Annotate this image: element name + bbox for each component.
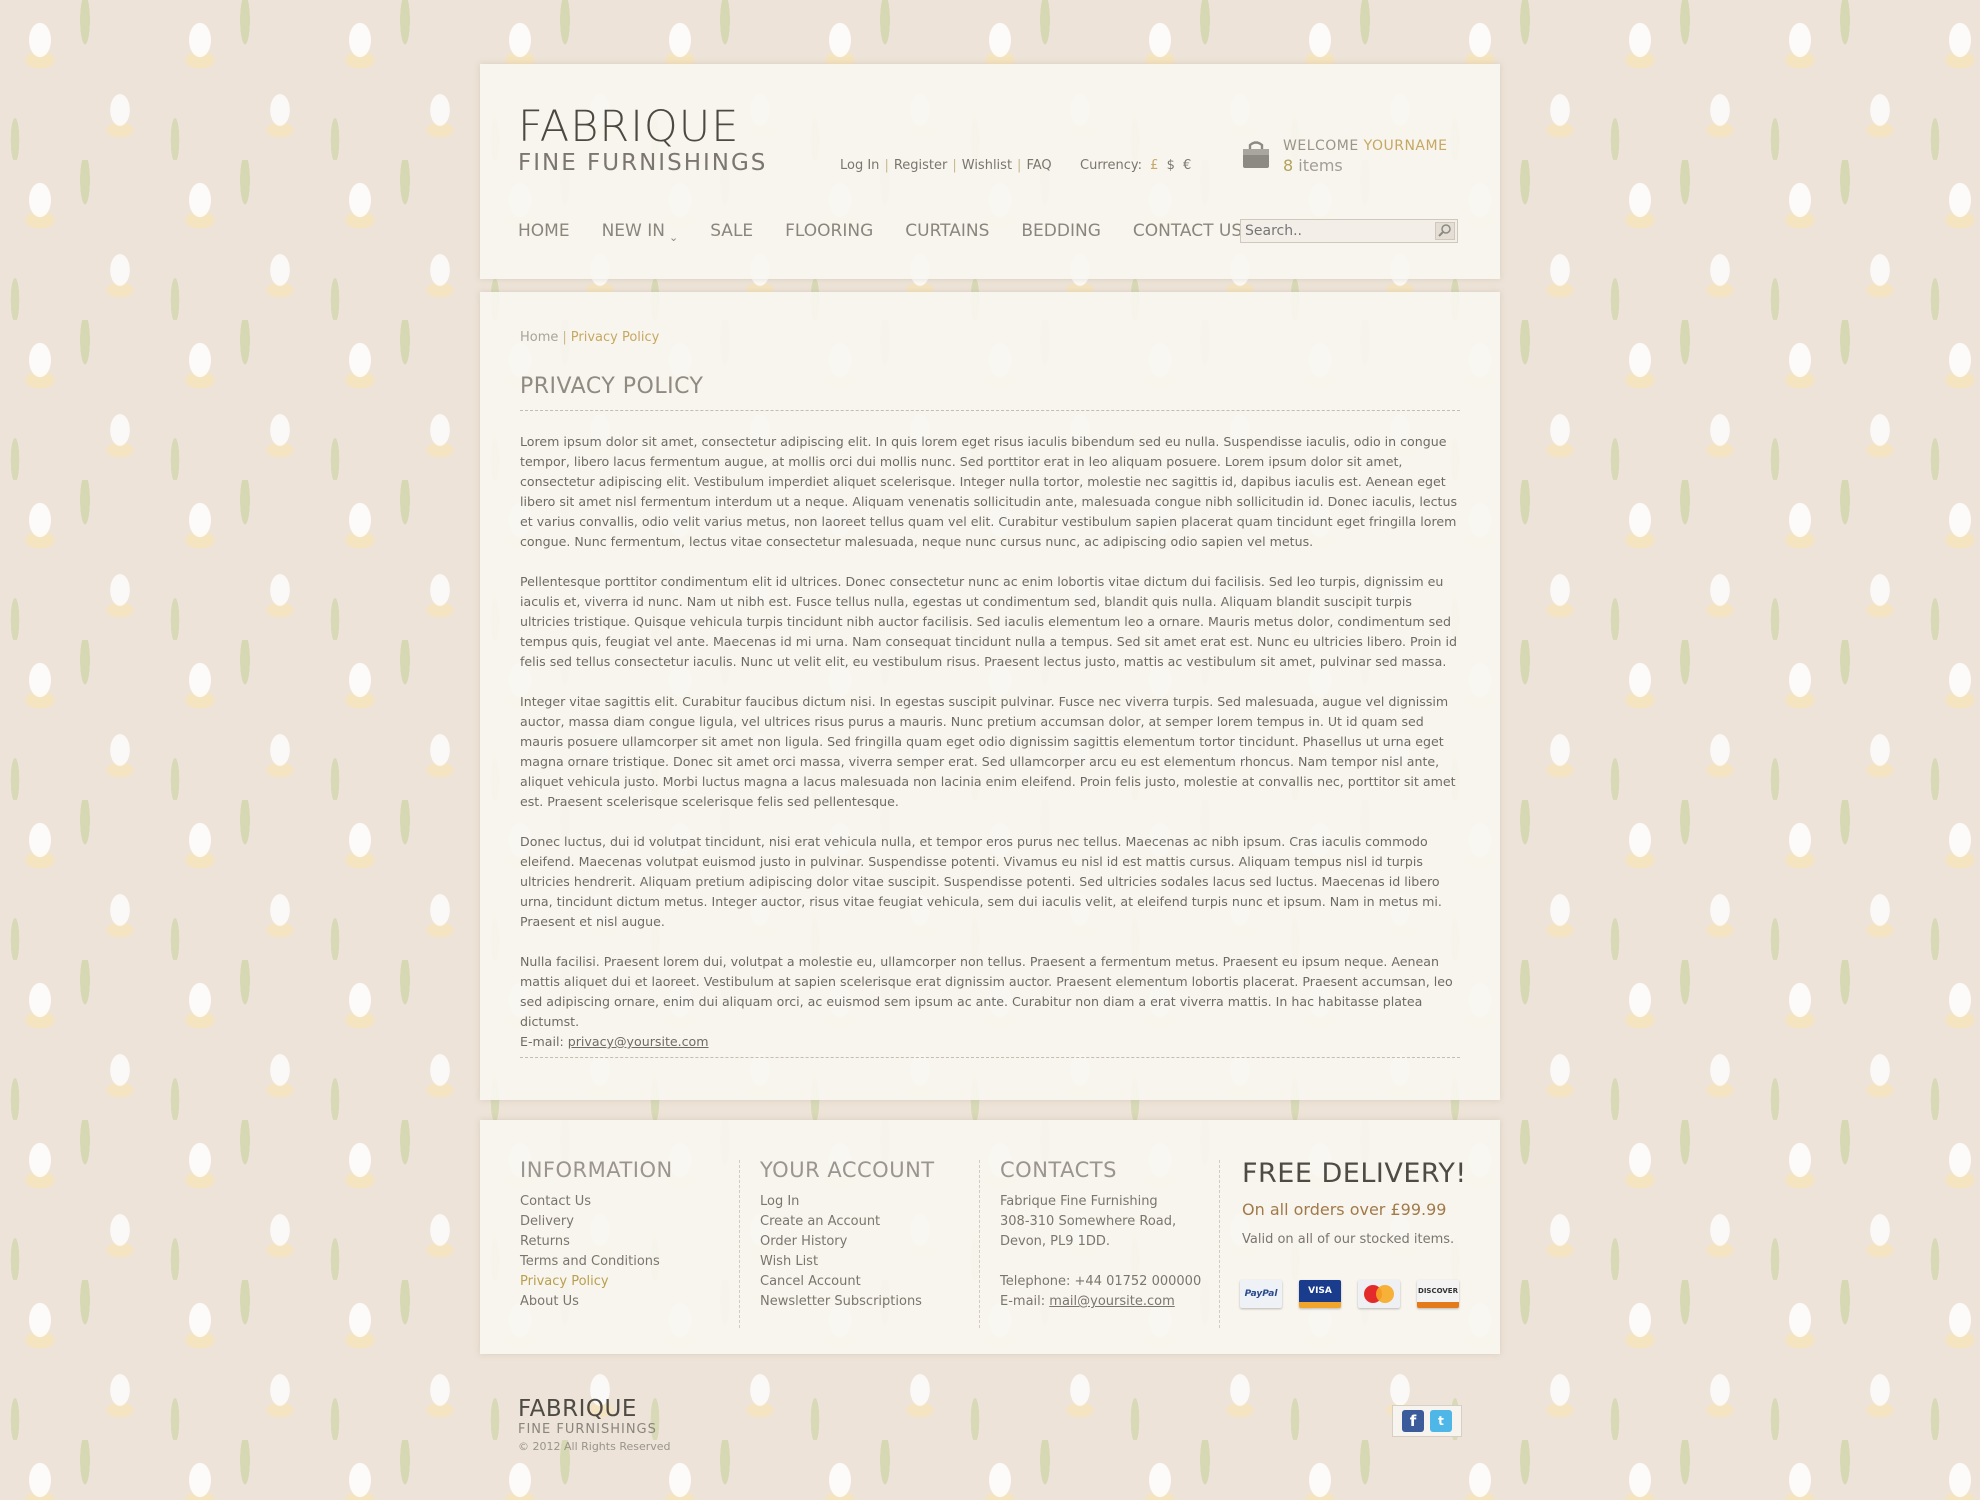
free-delivery-note: Valid on all of our stocked items. xyxy=(1242,1232,1455,1247)
discover-icon: DISCOVER xyxy=(1417,1280,1459,1308)
content-divider xyxy=(520,1057,1460,1058)
contact-email-label: E-mail: xyxy=(1000,1294,1046,1309)
content-panel: Home | Privacy Policy PRIVACY POLICY Lorem… xyxy=(480,292,1500,1100)
information-column: INFORMATION Contact Us Delivery Returns … xyxy=(520,1158,673,1312)
contact-telephone: Telephone: +44 01752 000000 xyxy=(1000,1274,1202,1289)
main-nav: HOME NEW IN ⌄ SALE FLOORING CURTAINS BED… xyxy=(518,221,1274,244)
footer-link-order-history[interactable]: Order History xyxy=(760,1232,935,1252)
paragraph: Donec luctus, dui id volutpat tincidunt,… xyxy=(520,834,1442,929)
policy-body: Lorem ipsum dolor sit amet, consectetur … xyxy=(520,432,1462,1052)
free-delivery-subtitle: On all orders over £99.99 xyxy=(1242,1200,1447,1219)
footer-link-privacy[interactable]: Privacy Policy xyxy=(520,1272,673,1292)
footer-divider xyxy=(739,1160,740,1328)
currency-selector: Currency: £ $ € xyxy=(1080,158,1191,173)
footer-link-newsletter[interactable]: Newsletter Subscriptions xyxy=(760,1292,935,1312)
currency-gbp[interactable]: £ xyxy=(1150,158,1158,173)
contact-address-line2: Devon, PL9 1DD. xyxy=(1000,1234,1111,1249)
email-label: E-mail: xyxy=(520,1034,564,1049)
cart-items[interactable]: 8 items xyxy=(1283,156,1343,175)
footer-logo-title[interactable]: FABRIQUE xyxy=(518,1396,637,1422)
currency-label: Currency: xyxy=(1080,158,1143,173)
facebook-icon[interactable]: f xyxy=(1402,1410,1424,1432)
footer-panel: INFORMATION Contact Us Delivery Returns … xyxy=(480,1120,1500,1354)
nav-contact-us[interactable]: CONTACT US xyxy=(1133,221,1242,244)
cart-items-label: items xyxy=(1298,156,1343,175)
cart-icon[interactable] xyxy=(1240,140,1272,170)
nav-sale[interactable]: SALE xyxy=(710,221,753,244)
search-box xyxy=(1240,219,1458,243)
page-title: PRIVACY POLICY xyxy=(520,374,704,399)
nav-bedding[interactable]: BEDDING xyxy=(1021,221,1101,244)
payment-cards: PayPal VISA DISCOVER xyxy=(1240,1280,1476,1308)
title-divider xyxy=(520,410,1460,411)
login-link[interactable]: Log In xyxy=(840,158,879,173)
copyright: © 2012 All Rights Reserved xyxy=(518,1440,671,1453)
register-link[interactable]: Register xyxy=(894,158,948,173)
footer-logo-subtitle: FINE FURNISHINGS xyxy=(518,1422,657,1437)
logo-subtitle[interactable]: FINE FURNISHINGS xyxy=(518,150,767,176)
paypal-icon: PayPal xyxy=(1240,1280,1282,1308)
visa-icon: VISA xyxy=(1299,1280,1341,1308)
footer-link-delivery[interactable]: Delivery xyxy=(520,1212,673,1232)
search-icon xyxy=(1438,224,1451,237)
footer-link-create-account[interactable]: Create an Account xyxy=(760,1212,935,1232)
currency-usd[interactable]: $ xyxy=(1167,158,1175,173)
currency-eur[interactable]: € xyxy=(1183,158,1191,173)
footer-link-cancel-account[interactable]: Cancel Account xyxy=(760,1272,935,1292)
privacy-email-link[interactable]: privacy@yoursite.com xyxy=(568,1034,709,1049)
chevron-down-icon: ⌄ xyxy=(668,231,679,244)
footer-divider xyxy=(1219,1160,1220,1328)
top-links: Log In | Register | Wishlist | FAQ xyxy=(840,158,1052,173)
contact-email-line: E-mail: mail@yoursite.com xyxy=(1000,1292,1201,1312)
search-input[interactable] xyxy=(1241,220,1439,242)
footer-link-contact-us[interactable]: Contact Us xyxy=(520,1192,673,1212)
policy-email-line: E-mail: privacy@yoursite.com xyxy=(520,1032,1462,1052)
free-delivery-title: FREE DELIVERY! xyxy=(1242,1158,1467,1189)
contact-address-line1: 308-310 Somewhere Road, xyxy=(1000,1214,1177,1229)
header-panel: FABRIQUE FINE FURNISHINGS Log In | Registe… xyxy=(480,64,1500,279)
account-title: YOUR ACCOUNT xyxy=(760,1158,935,1182)
nav-home[interactable]: HOME xyxy=(518,221,570,244)
nav-new-in-label: NEW IN xyxy=(601,221,665,241)
twitter-icon[interactable]: t xyxy=(1430,1410,1452,1432)
breadcrumb: Home | Privacy Policy xyxy=(520,330,660,345)
information-title: INFORMATION xyxy=(520,1158,673,1182)
footer-link-returns[interactable]: Returns xyxy=(520,1232,673,1252)
footer-divider xyxy=(979,1160,980,1328)
nav-curtains[interactable]: CURTAINS xyxy=(905,221,989,244)
footer-link-login[interactable]: Log In xyxy=(760,1192,935,1212)
mastercard-icon xyxy=(1358,1280,1400,1308)
paragraph: Integer vitae sagittis elit. Curabitur f… xyxy=(520,694,1456,809)
welcome-label: WELCOME xyxy=(1283,138,1359,154)
logo-title[interactable]: FABRIQUE xyxy=(518,102,739,152)
cart-welcome: WELCOME YOURNAME xyxy=(1283,138,1447,154)
contacts-title: CONTACTS xyxy=(1000,1158,1117,1182)
contact-email-link[interactable]: mail@yoursite.com xyxy=(1049,1294,1174,1309)
social-links: f t xyxy=(1392,1405,1462,1437)
paragraph: Nulla facilisi. Praesent lorem dui, volu… xyxy=(520,954,1453,1029)
paragraph: Pellentesque porttitor condimentum elit … xyxy=(520,574,1457,669)
faq-link[interactable]: FAQ xyxy=(1026,158,1051,173)
account-column: YOUR ACCOUNT Log In Create an Account Or… xyxy=(760,1158,935,1312)
username[interactable]: YOURNAME xyxy=(1364,138,1448,154)
nav-new-in[interactable]: NEW IN ⌄ xyxy=(602,221,679,244)
contact-company: Fabrique Fine Furnishing xyxy=(1000,1194,1158,1209)
breadcrumb-current: Privacy Policy xyxy=(570,330,660,345)
footer-link-terms[interactable]: Terms and Conditions xyxy=(520,1252,673,1272)
footer-link-wish-list[interactable]: Wish List xyxy=(760,1252,935,1272)
nav-flooring[interactable]: FLOORING xyxy=(785,221,873,244)
search-button[interactable] xyxy=(1435,222,1455,240)
contacts-column: CONTACTS Fabrique Fine Furnishing 308-31… xyxy=(1000,1158,1201,1312)
wishlist-link[interactable]: Wishlist xyxy=(962,158,1012,173)
footer-link-about-us[interactable]: About Us xyxy=(520,1292,673,1312)
cart-count: 8 xyxy=(1283,156,1294,175)
paragraph: Lorem ipsum dolor sit amet, consectetur … xyxy=(520,434,1458,549)
breadcrumb-home[interactable]: Home xyxy=(520,330,558,345)
